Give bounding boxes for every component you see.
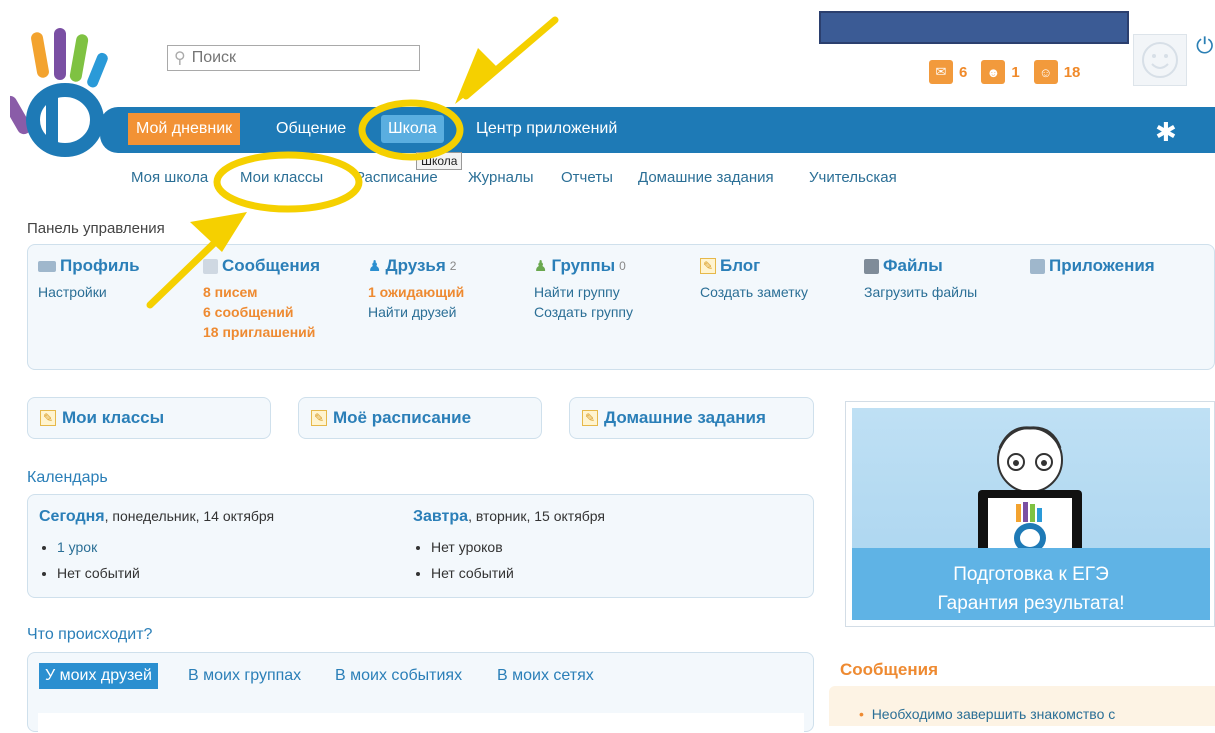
invitation-count[interactable]: 18 xyxy=(1064,64,1081,81)
nav-communication[interactable]: Общение xyxy=(276,120,346,138)
nav-my-diary[interactable]: Мой дневник xyxy=(128,113,241,145)
gear-icon[interactable]: ✱ xyxy=(1155,117,1177,148)
messages-icon xyxy=(203,258,218,274)
settings-link[interactable]: Настройки xyxy=(38,284,107,300)
my-schedule-button[interactable]: ✎ Моё расписание xyxy=(298,397,542,439)
tomorrow-events: Нет событий xyxy=(431,560,605,586)
tomorrow-date: , вторник, 15 октября xyxy=(468,508,606,524)
homework-label: Домашние задания xyxy=(604,408,766,427)
pending-link[interactable]: 1 ожидающий xyxy=(368,284,464,300)
friends-count: 2 xyxy=(449,259,457,273)
panel-friends: ♟ Друзья 2 1 ожидающий Найти друзей xyxy=(368,256,464,322)
main-nav xyxy=(100,107,1215,153)
friend-request-count[interactable]: 1 xyxy=(1011,64,1019,81)
tab-friends[interactable]: У моих друзей xyxy=(39,663,158,689)
panel-groups: ♟ Группы 0 Найти группу Создать группу xyxy=(534,256,633,322)
profile-card-icon xyxy=(38,260,56,272)
pencil-icon: ✎ xyxy=(311,410,327,426)
subnav-my-school[interactable]: Моя школа xyxy=(131,169,208,186)
find-friends-link[interactable]: Найти друзей xyxy=(368,304,457,320)
subnav-schedule[interactable]: Расписание xyxy=(355,169,438,186)
feed-content xyxy=(38,713,804,733)
my-schedule-label: Моё расписание xyxy=(333,408,472,427)
tab-events[interactable]: В моих событиях xyxy=(335,663,462,689)
nav-school[interactable]: Школа xyxy=(381,115,444,143)
create-group-link[interactable]: Создать группу xyxy=(534,304,633,320)
panel-blog: ✎ Блог Создать заметку xyxy=(700,256,808,302)
arrow-line-1 xyxy=(462,16,559,100)
groups-icon: ♟ xyxy=(534,258,548,275)
search-box[interactable]: ⚲ xyxy=(167,45,420,71)
redacted-user-name xyxy=(819,11,1129,44)
ad-text[interactable]: Подготовка к ЕГЭ Гарантия результата! xyxy=(852,560,1210,618)
letters-link[interactable]: 8 писем xyxy=(203,284,257,300)
sidebar-message-item[interactable]: • Необходимо завершить знакомство с xyxy=(859,706,1115,722)
apps-icon xyxy=(1030,258,1045,274)
pencil-icon: ✎ xyxy=(582,410,598,426)
invitations-link[interactable]: 18 приглашений xyxy=(203,324,315,340)
upload-files-link[interactable]: Загрузить файлы xyxy=(864,284,977,300)
search-icon: ⚲ xyxy=(174,50,186,67)
my-classes-button[interactable]: ✎ Мои классы xyxy=(27,397,271,439)
subnav-my-classes[interactable]: Мои классы xyxy=(240,169,323,186)
today-lessons-link[interactable]: 1 урок xyxy=(57,539,97,555)
calendar-title: Календарь xyxy=(27,469,108,486)
boy-illustration xyxy=(978,426,1082,564)
person-icon[interactable]: ☻ xyxy=(981,60,1006,84)
panel-messages: Сообщения 8 писем 6 сообщений 18 приглаш… xyxy=(203,256,320,342)
panel-apps: Приложения xyxy=(1030,256,1155,276)
groups-count: 0 xyxy=(619,259,626,273)
friend-icon: ♟ xyxy=(368,258,382,275)
calendar-tomorrow: Завтра, вторник, 15 октября Нет уроков Н… xyxy=(413,508,605,586)
power-icon[interactable]: ⏻ xyxy=(1196,33,1213,59)
panel-profile: Профиль Настройки xyxy=(38,256,140,302)
subnav-homework[interactable]: Домашние задания xyxy=(638,169,774,186)
pencil-icon: ✎ xyxy=(700,258,716,274)
tab-networks[interactable]: В моих сетях xyxy=(497,663,594,689)
panel-title: Панель управления xyxy=(27,220,165,237)
envelope-icon[interactable]: ✉ xyxy=(929,60,953,84)
tomorrow-lessons: Нет уроков xyxy=(431,534,605,560)
notifications-bar: ✉ 6 ☻ 1 ☺ 18 xyxy=(929,60,1088,84)
find-group-link[interactable]: Найти группу xyxy=(534,284,620,300)
tab-groups[interactable]: В моих группах xyxy=(188,663,301,689)
files-link[interactable]: Файлы xyxy=(883,256,943,276)
ad-line-1: Подготовка к ЕГЭ xyxy=(953,564,1109,585)
subnav-teachers-room[interactable]: Учительская xyxy=(809,169,897,186)
today-events: Нет событий xyxy=(57,560,274,586)
search-input[interactable] xyxy=(189,48,394,68)
calendar-today: Сегодня, понедельник, 14 октября 1 урок … xyxy=(39,508,274,586)
ad-line-2: Гарантия результата! xyxy=(937,593,1125,614)
smiley-icon xyxy=(1142,42,1178,78)
sidebar-messages-title: Сообщения xyxy=(840,660,938,679)
messages-count-link[interactable]: 6 сообщений xyxy=(203,304,293,320)
tooltip: Школа xyxy=(416,152,463,170)
my-classes-label: Мои классы xyxy=(62,408,165,427)
profile-link[interactable]: Профиль xyxy=(60,256,140,276)
panel-files: Файлы Загрузить файлы xyxy=(864,256,977,302)
arrow-head-1 xyxy=(455,48,500,104)
groups-link[interactable]: Группы xyxy=(551,256,615,276)
subnav-journals[interactable]: Журналы xyxy=(468,169,534,186)
avatar[interactable] xyxy=(1133,34,1187,86)
sidebar-message-text: Необходимо завершить знакомство с xyxy=(871,706,1116,722)
feed-title: Что происходит? xyxy=(27,626,153,643)
files-icon xyxy=(864,258,879,274)
subnav-reports[interactable]: Отчеты xyxy=(561,169,613,186)
apps-link[interactable]: Приложения xyxy=(1049,256,1155,276)
today-label[interactable]: Сегодня xyxy=(39,508,105,525)
nav-app-center[interactable]: Центр приложений xyxy=(476,120,617,138)
group-icon[interactable]: ☺ xyxy=(1033,60,1058,84)
create-note-link[interactable]: Создать заметку xyxy=(700,284,808,300)
mail-count[interactable]: 6 xyxy=(959,64,967,81)
pencil-icon: ✎ xyxy=(40,410,56,426)
friends-link[interactable]: Друзья xyxy=(385,256,445,276)
today-date: , понедельник, 14 октября xyxy=(104,508,275,524)
blog-link[interactable]: Блог xyxy=(720,256,760,276)
homework-button[interactable]: ✎ Домашние задания xyxy=(569,397,814,439)
messages-link[interactable]: Сообщения xyxy=(222,256,320,276)
tomorrow-label[interactable]: Завтра xyxy=(413,508,468,525)
